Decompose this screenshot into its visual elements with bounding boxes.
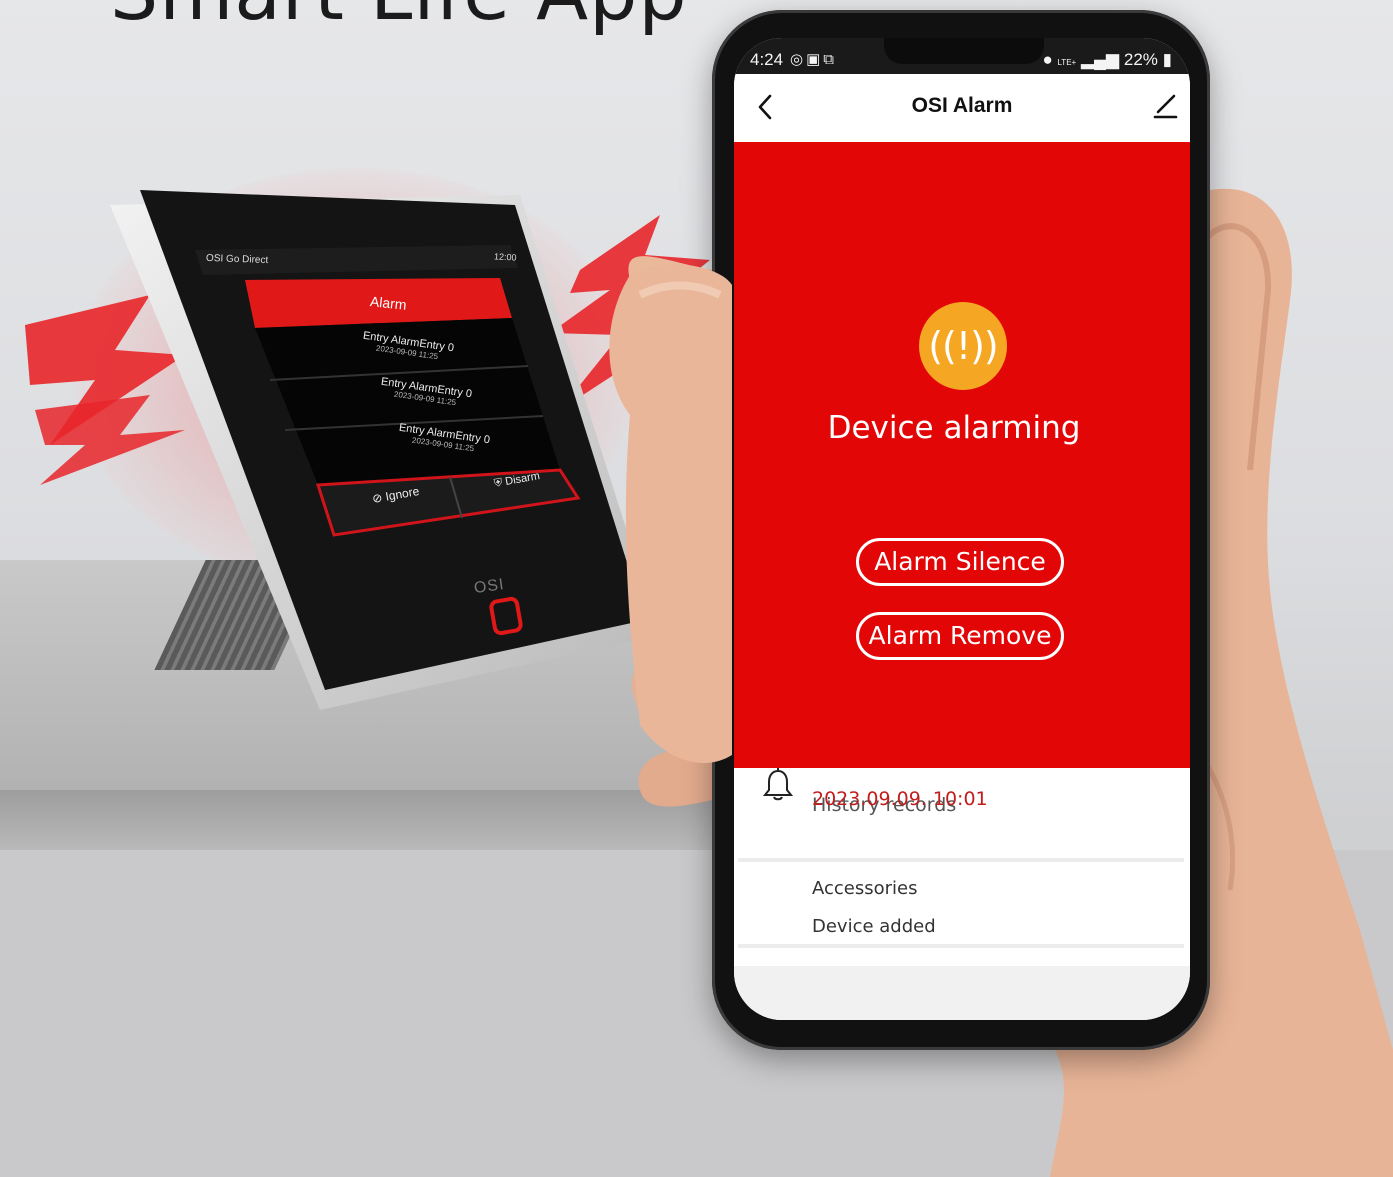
status-right: ● LTE+ ▂▄▆ 22% ▮ <box>1042 50 1172 70</box>
shield-icon: ⛨ <box>493 476 504 490</box>
divider <box>738 858 1184 862</box>
countertop-edge <box>0 790 720 850</box>
history-records-row[interactable]: History records 2023.09.09. 10:01 <box>734 768 1190 864</box>
status-time: 4:24 <box>750 50 784 69</box>
divider <box>738 944 1184 948</box>
bell-icon <box>762 768 794 801</box>
ban-icon: ⊘ <box>371 490 384 507</box>
battery-percent: 22% <box>1123 50 1158 69</box>
alarm-remove-button[interactable]: Alarm Remove <box>856 612 1064 660</box>
app-bar: OSI Alarm <box>734 74 1190 142</box>
phone-screen: 4:24 ◎▣⧉ ● LTE+ ▂▄▆ 22% ▮ OSI Alarm ((!)… <box>734 38 1190 1020</box>
panel-brand: OSI Go Direct <box>205 252 269 267</box>
status-bar: 4:24 ◎▣⧉ ● LTE+ ▂▄▆ 22% ▮ <box>734 38 1190 74</box>
panel-clock: 12:00 <box>493 251 517 263</box>
alarm-status-text: Device alarming <box>827 410 1081 446</box>
page-title: OSI Alarm <box>911 94 1013 117</box>
bottom-area <box>734 966 1190 1020</box>
signal-icon: ▂▄▆ <box>1080 50 1120 69</box>
network-label: LTE+ <box>1057 58 1077 67</box>
alarm-warning-icon: ((!)) <box>919 302 1007 390</box>
accessory-device-added[interactable]: Device added <box>812 916 936 937</box>
edit-pencil-icon[interactable] <box>1150 90 1180 120</box>
thumb <box>609 264 732 764</box>
alarm-status-panel: ((!)) Device alarming Alarm Silence Alar… <box>734 142 1190 768</box>
alarm-silence-button[interactable]: Alarm Silence <box>856 538 1064 586</box>
headline: Smart Life App <box>110 0 688 37</box>
accessories-title: Accessories <box>812 878 918 899</box>
notification-icons: ◎▣⧉ <box>790 51 837 68</box>
battery-icon: ▮ <box>1162 50 1172 69</box>
location-icon: ● <box>1042 50 1053 69</box>
phone-notch <box>884 38 1044 64</box>
history-timestamp: 2023.09.09. 10:01 <box>812 788 988 810</box>
